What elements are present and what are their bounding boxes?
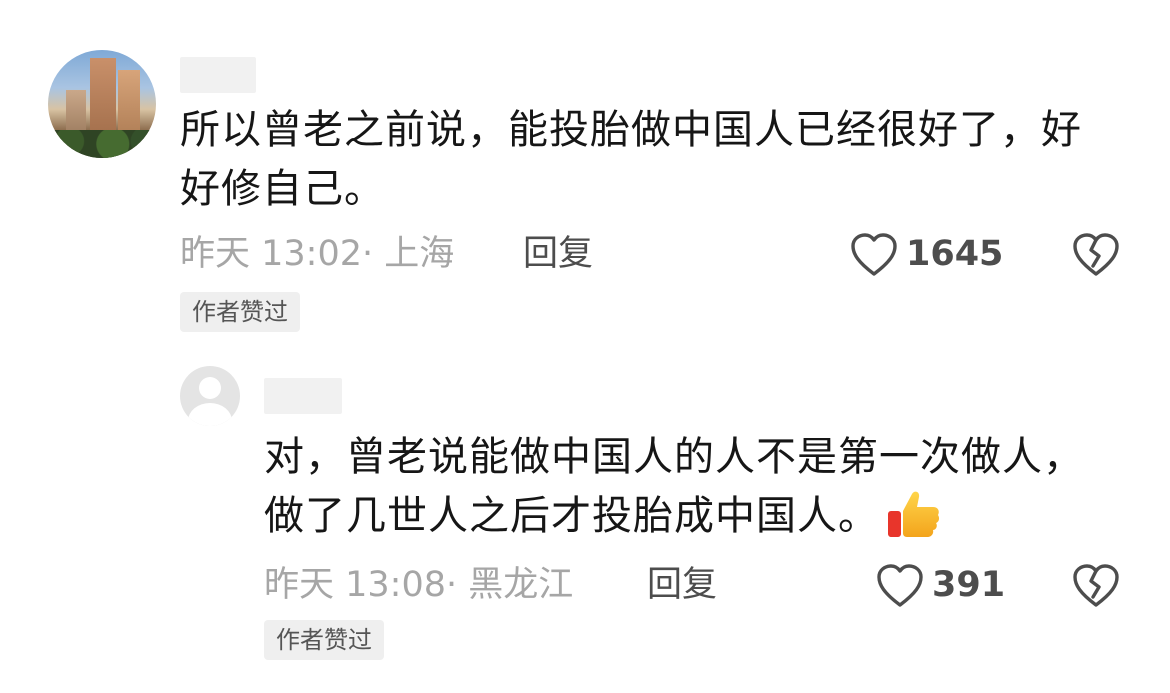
thumbs-up-icon: [885, 487, 941, 543]
comment-location: · 黑龙江: [446, 565, 574, 605]
author-liked-badge: 作者赞过: [264, 620, 384, 660]
comment-text: 所以曾老之前说，能投胎做中国人已经很好了，好好修自己。: [180, 107, 1082, 212]
comment-timestamp: 昨天 13:08· 黑龙江: [264, 565, 573, 605]
heart-outline-icon[interactable]: [850, 232, 898, 278]
reply-button[interactable]: 回复: [523, 234, 593, 274]
commenter-avatar[interactable]: [48, 50, 156, 158]
reply-comment-text: 对，曾老说能做中国人的人不是第一次做人，做了几世人之后才投胎成中国人。: [264, 434, 1084, 539]
username-redacted[interactable]: [264, 378, 342, 414]
broken-heart-icon[interactable]: [1072, 232, 1120, 278]
username-redacted[interactable]: [180, 57, 256, 93]
reply-comment: 对，曾老说能做中国人的人不是第一次做人，做了几世人之后才投胎成中国人。: [264, 428, 1124, 546]
broken-heart-icon[interactable]: [1072, 563, 1120, 609]
heart-outline-icon[interactable]: [876, 563, 924, 609]
like-count: 391: [932, 565, 1006, 605]
author-liked-badge: 作者赞过: [180, 292, 300, 332]
comment-location: · 上海: [362, 234, 455, 274]
replier-avatar[interactable]: [180, 366, 240, 426]
reply-button[interactable]: 回复: [647, 565, 717, 605]
comment-time: 昨天 13:08: [264, 565, 446, 605]
comment-timestamp: 昨天 13:02· 上海: [180, 234, 454, 274]
like-count: 1645: [906, 234, 1004, 274]
comment-time: 昨天 13:02: [180, 234, 362, 274]
